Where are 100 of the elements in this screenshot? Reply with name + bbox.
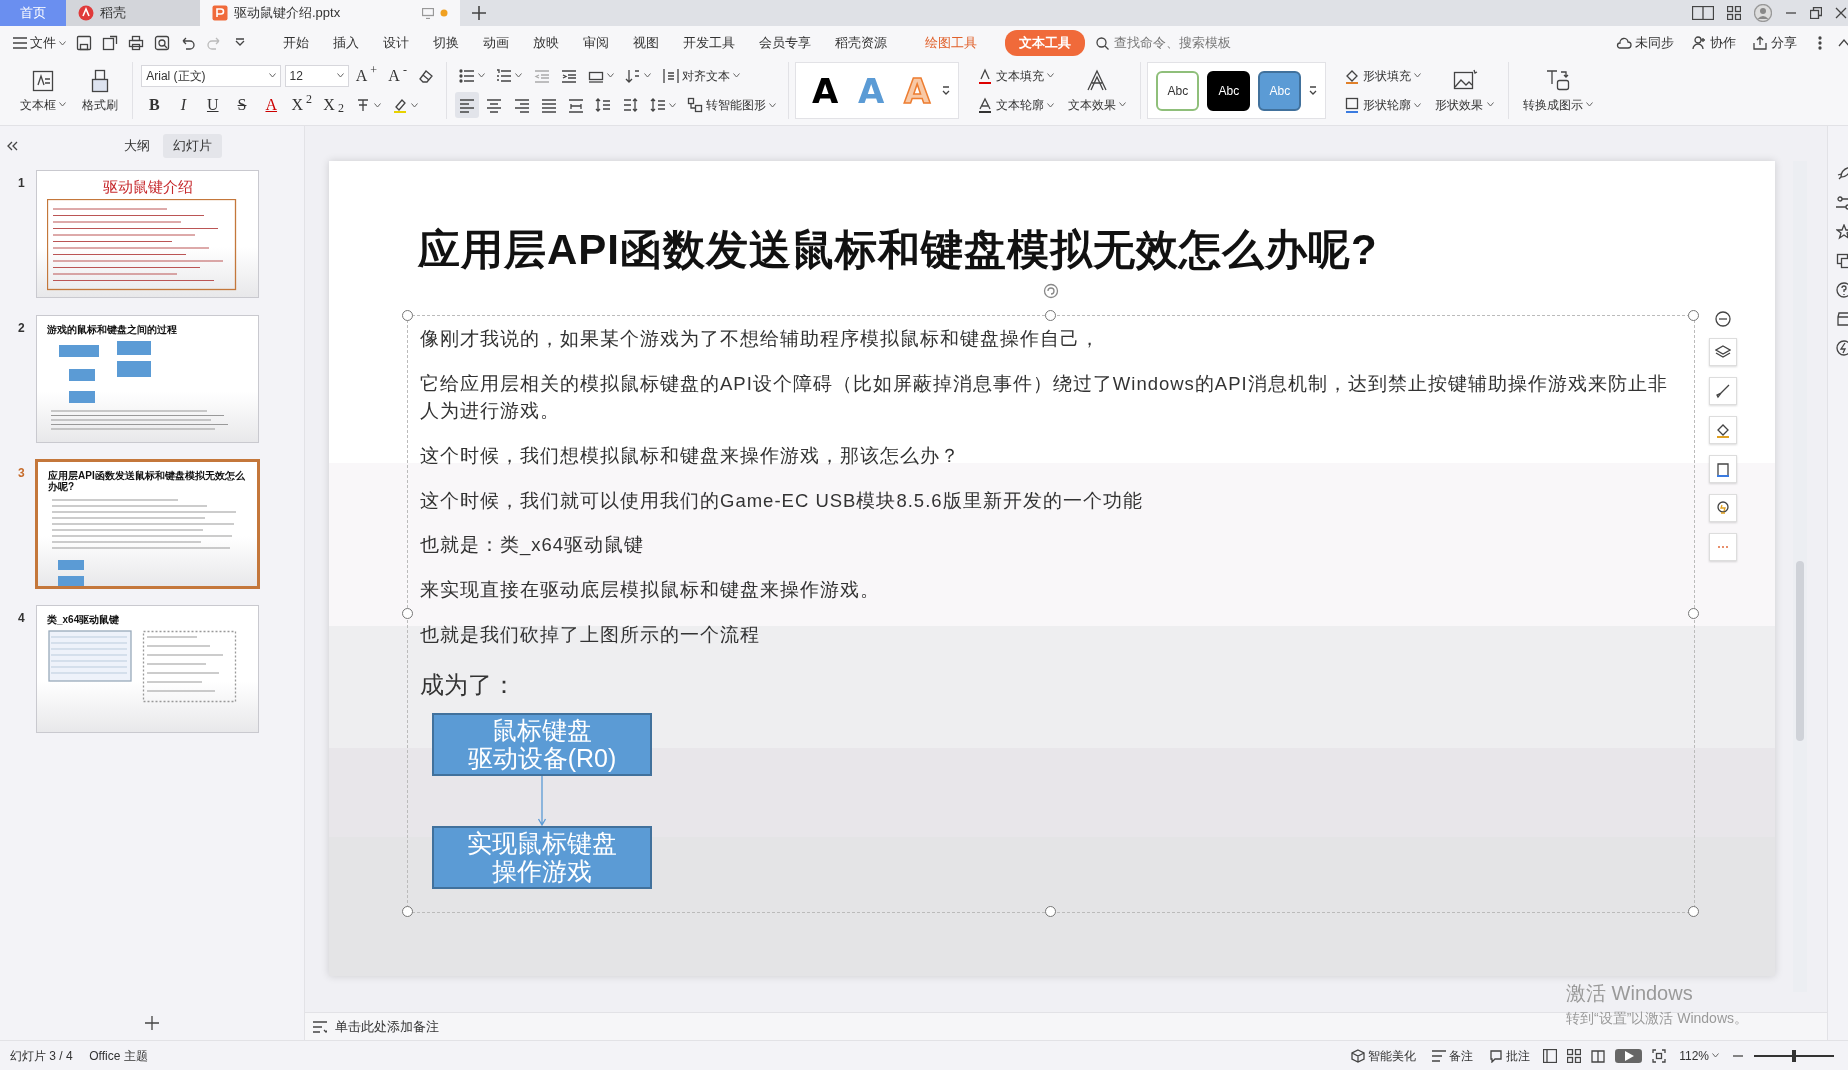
search-field[interactable]: 查找命令、搜索模板 [1111,32,1262,54]
menu-tab[interactable]: 切换 [423,30,469,56]
file-menu[interactable]: 文件 [10,31,69,55]
restore-icon[interactable] [1810,7,1822,19]
brush-icon[interactable] [1715,383,1731,399]
fit-icon[interactable] [1652,1048,1667,1063]
resize-handle[interactable] [402,906,413,918]
notes-placeholder[interactable]: 单击此处添加备注 [335,1016,439,1037]
text-fill-button[interactable]: 文本填充 [973,62,1059,89]
book-icon[interactable] [1591,1048,1606,1063]
add-slide-icon[interactable] [145,1016,159,1030]
menu-tab[interactable]: 视图 [623,30,669,56]
panel-tab[interactable]: 大纲 [114,134,160,158]
increase-indent-icon[interactable] [560,67,577,84]
line-spacing-icon[interactable] [595,97,612,114]
zoom-level[interactable]: 112% [1676,1044,1722,1067]
toolbar-action[interactable]: 未同步 [1613,31,1677,55]
print-icon[interactable] [128,35,144,51]
format-button[interactable]: A [258,92,285,119]
save-icon[interactable] [76,35,92,51]
panel-tab[interactable]: 幻灯片 [163,134,223,158]
format-button[interactable]: S [229,92,255,119]
shape-style-button[interactable]: Abc [1156,70,1200,111]
format-button[interactable]: X$_{2}$ [319,92,348,119]
collapse-panel-icon[interactable] [6,140,18,151]
menu-tab[interactable]: 绘图工具 [915,30,987,56]
menu-tab[interactable]: 插入 [323,30,369,56]
resize-handle[interactable] [1045,906,1056,918]
format-button[interactable]: B [141,92,168,119]
text-box-button[interactable]: 文本框 [14,65,73,116]
shape-fill-button[interactable]: 形状填充 [1340,62,1426,89]
help-icon[interactable] [1836,282,1848,298]
status-button[interactable]: 批注 [1486,1044,1534,1067]
normal-view-icon[interactable] [1543,1048,1558,1063]
toolbar-action[interactable]: 分享 [1749,31,1800,55]
numbered-list-icon[interactable] [496,67,513,84]
menu-tab[interactable]: 设计 [373,30,419,56]
store-icon[interactable] [1836,311,1848,327]
rotate-handle-icon[interactable] [1043,283,1059,299]
avatar-icon[interactable] [1754,4,1772,22]
bullet-list-icon[interactable] [459,67,476,84]
sliders-icon[interactable] [1836,195,1848,211]
grid-icon[interactable] [1727,6,1741,20]
undo-icon[interactable] [180,35,196,51]
gallery-more-icon[interactable] [1309,84,1318,97]
toolbar-action[interactable]: 协作 [1687,31,1739,55]
lightning-icon[interactable] [1836,340,1848,356]
status-button[interactable]: 智能美化 [1348,1044,1420,1067]
format-button[interactable]: X$^{2}$ [287,92,317,119]
star-icon[interactable] [1836,224,1848,240]
menu-tab[interactable]: 动画 [473,30,519,56]
font-size-field[interactable]: 12 [284,64,349,87]
resize-handle[interactable] [1045,310,1056,322]
collapse-icon[interactable] [1838,39,1848,47]
font-name-field[interactable]: Arial (正文) [141,64,282,87]
convert-to-diagram-button[interactable]: 转换成图示 [1516,65,1599,116]
menu-tab[interactable]: 放映 [523,30,569,56]
screen-swap-icon[interactable] [1836,253,1848,269]
menu-tab[interactable]: 开始 [273,30,319,56]
resize-handle[interactable] [1688,310,1699,322]
menu-tab[interactable]: 开发工具 [673,30,745,56]
slide-thumbnail[interactable]: 应用层API函数发送鼠标和键盘模拟无效怎么办呢? [36,459,259,588]
shape-outline-icon[interactable] [1715,461,1731,477]
text-effect-button[interactable]: 文本效果 [1062,65,1133,116]
text-outline-button[interactable]: 文本轮廓 [973,92,1059,119]
format-button[interactable]: U [199,92,226,119]
resize-handle[interactable] [402,608,413,620]
reading-view-icon[interactable] [1692,6,1714,20]
spacing-options-icon[interactable] [649,97,666,114]
scrollbar[interactable] [1793,161,1807,992]
collapse-icon[interactable] [1715,311,1731,327]
resize-handle[interactable] [1688,608,1699,620]
font-size-button[interactable]: A$^{+}$ [351,62,382,89]
export-icon[interactable] [102,35,118,51]
highlighter-icon[interactable] [392,97,409,114]
menu-tab[interactable]: 会员专享 [749,30,821,56]
format-button[interactable]: I [170,92,197,119]
play-button[interactable] [1615,1048,1643,1063]
rocket-icon[interactable] [1836,166,1848,182]
align-button[interactable] [455,92,480,119]
paint-bucket-icon[interactable] [1715,422,1731,438]
shape-outline-button[interactable]: 形状轮廓 [1340,92,1426,119]
status-button[interactable]: 备注 [1429,1044,1477,1067]
format-painter-button[interactable]: 格式刷 [76,65,125,116]
close-icon[interactable] [1835,7,1847,19]
layers-icon[interactable] [1715,344,1731,360]
line-sort-icon[interactable] [625,67,642,84]
shape-style-button[interactable]: Abc [1207,70,1251,111]
plus-icon[interactable] [472,6,486,20]
resize-handle[interactable] [1688,906,1699,918]
preview-icon[interactable] [154,35,170,51]
lightbulb-icon[interactable] [1715,500,1731,516]
window-tab[interactable]: 驱动鼠键介绍.pptx [200,0,460,26]
slide-thumbnail[interactable]: 类_x64驱动鼠键 [36,604,259,733]
slide-thumbnail[interactable]: 驱动鼠键介绍 [36,169,259,298]
window-tab[interactable]: 稻壳 [66,0,200,26]
more-icon[interactable] [1818,36,1822,50]
resize-handle[interactable] [402,310,413,322]
menu-tab[interactable]: 审阅 [573,30,619,56]
paragraph-spacing-icon[interactable] [622,97,639,114]
